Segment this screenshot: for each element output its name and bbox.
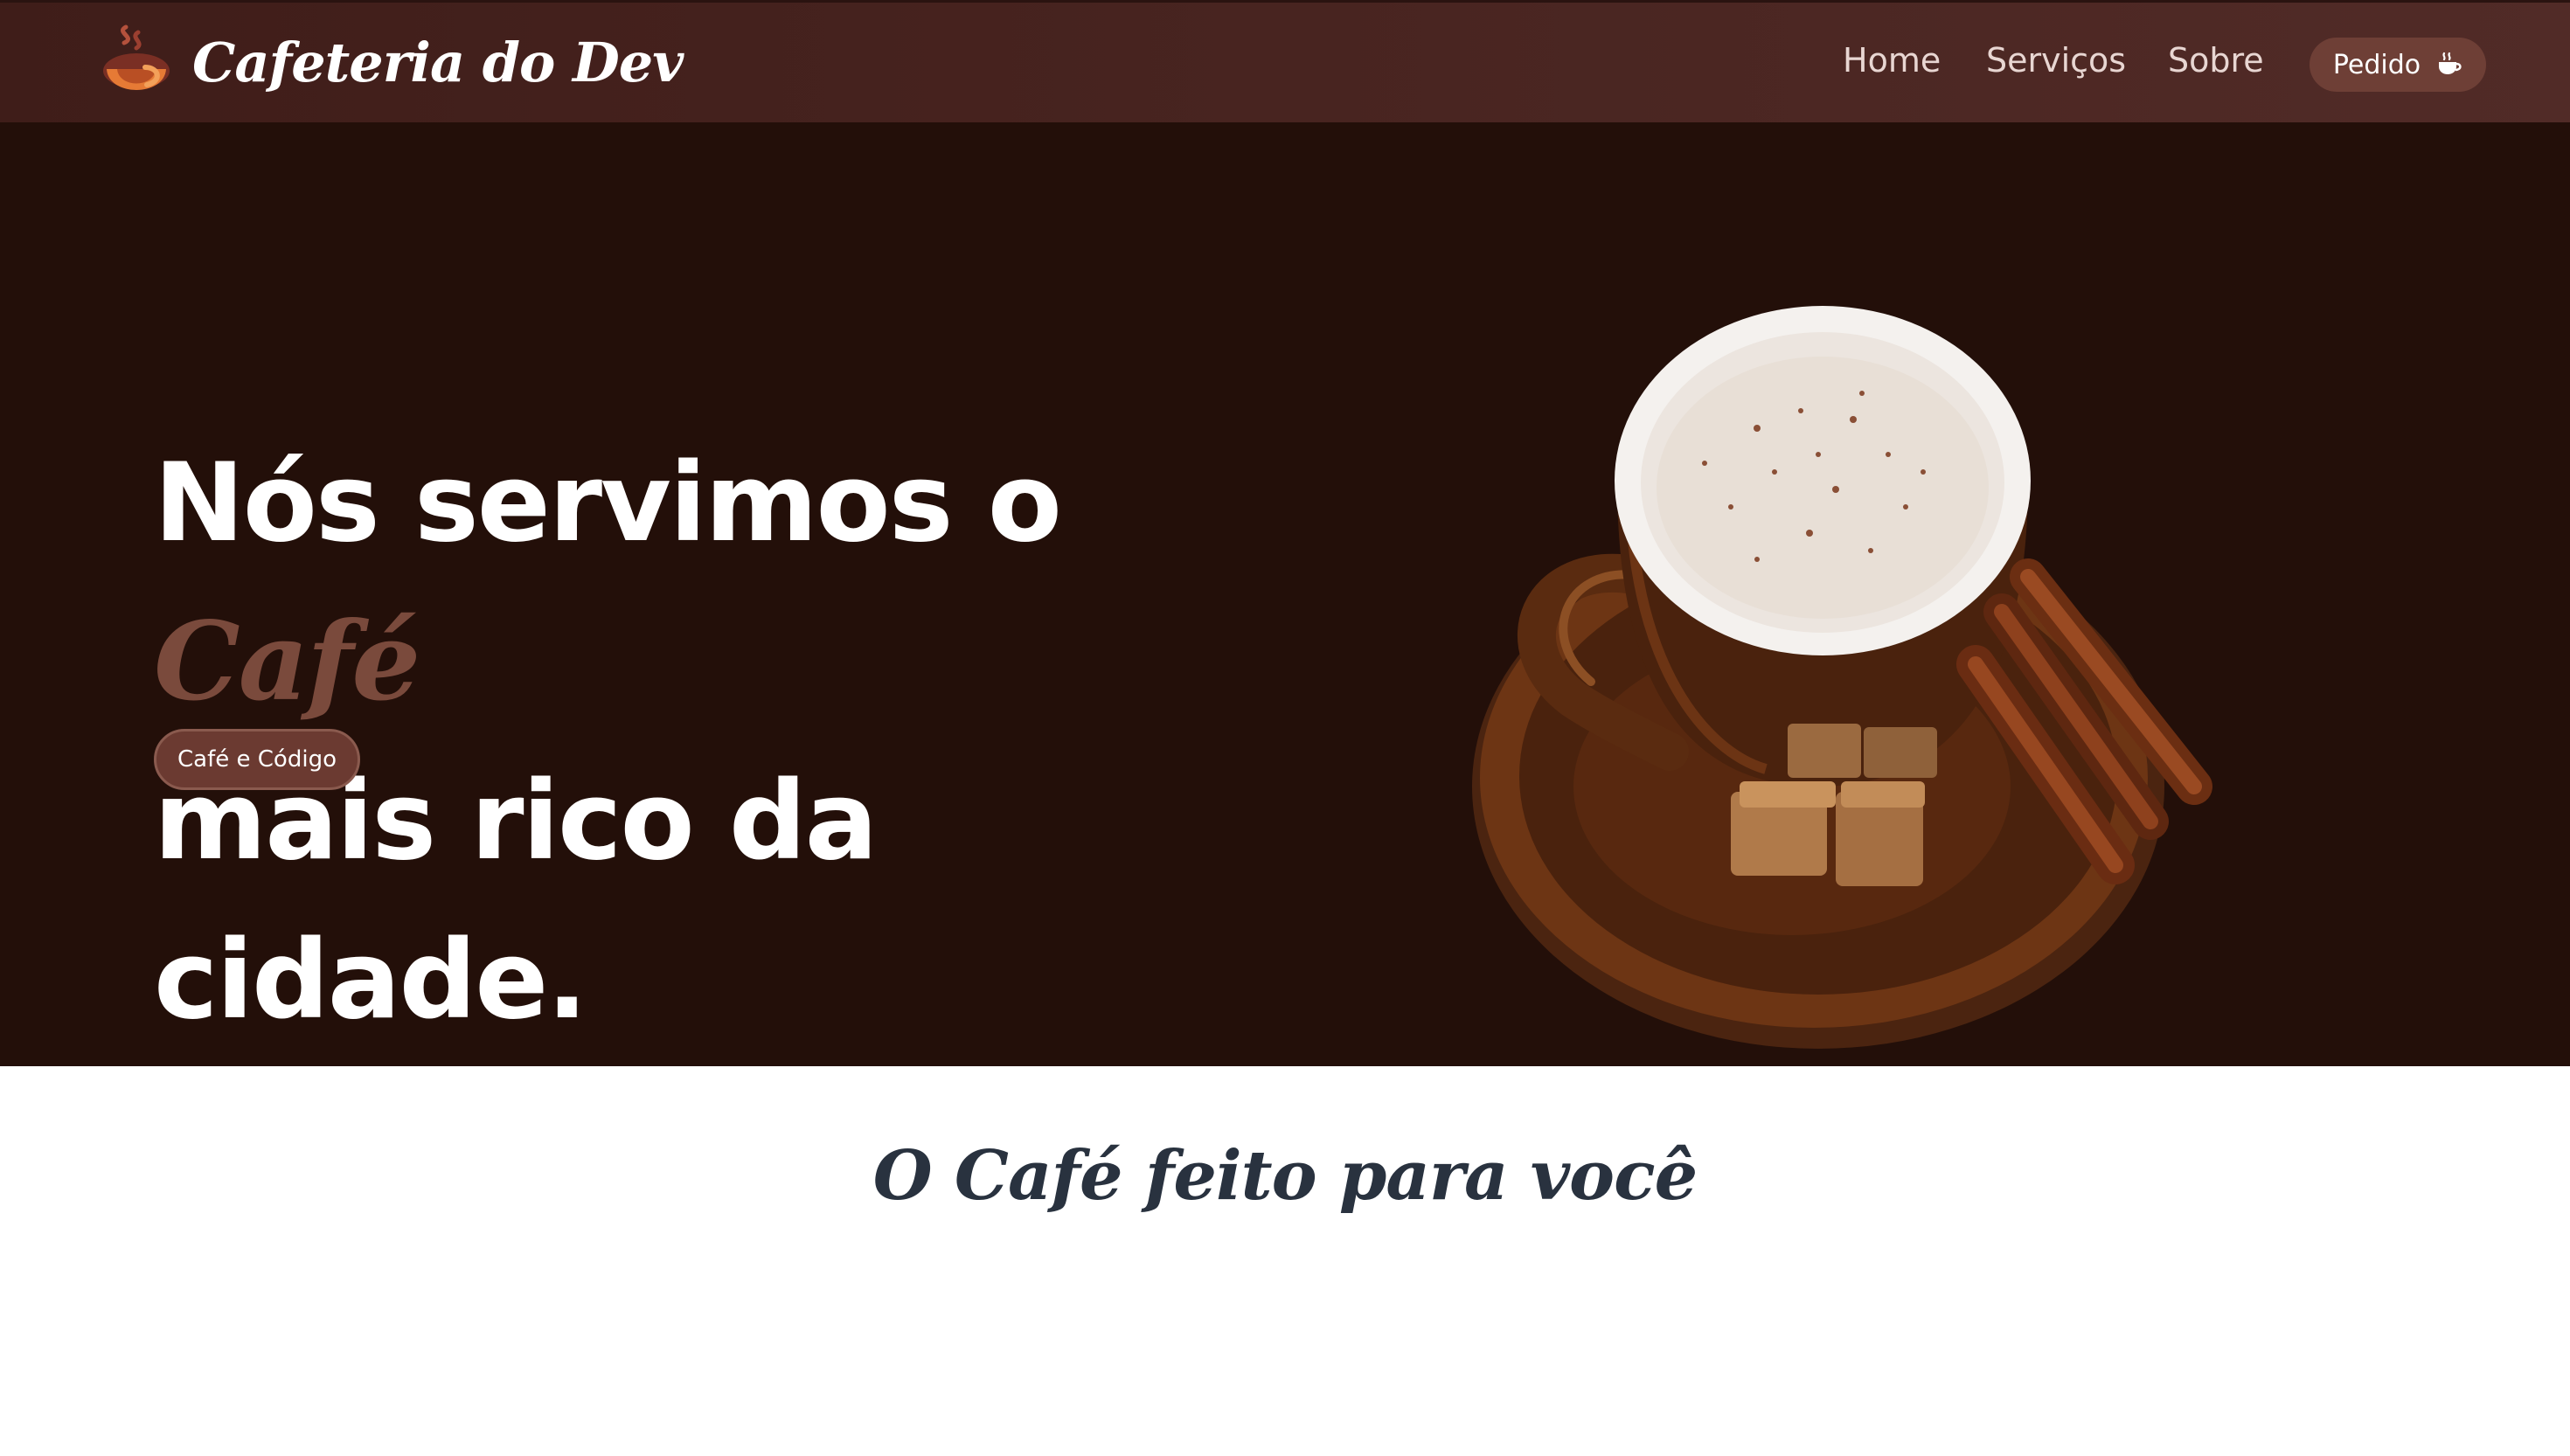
order-button-label: Pedido [2332, 49, 2421, 80]
nav-servicos-link[interactable]: Serviços [1986, 41, 2126, 80]
brand-logo[interactable]: Cafeteria do Dev [91, 17, 684, 107]
coffee-cup-image [1472, 306, 2212, 1049]
hero-title-suffix: mais rico da cidade. [154, 759, 878, 1043]
coffee-cup-icon [2439, 52, 2462, 74]
hero-title-prefix: Nós servimos o [154, 440, 1062, 566]
hero-title-accent: Café [154, 599, 420, 725]
nav-home-link[interactable]: Home [1843, 41, 1941, 80]
order-button[interactable]: Pedido [2310, 38, 2486, 92]
hero-cta-button[interactable]: Café e Código [154, 729, 360, 790]
hero-section: Nós servimos o Café mais rico da cidade.… [0, 122, 2570, 1066]
coffee-logo-icon [91, 17, 182, 107]
top-navbar: Cafeteria do Dev Home Serviços Sobre Ped… [0, 0, 2570, 122]
brand-name: Cafeteria do Dev [192, 30, 684, 94]
section-title: O Café feito para você [872, 1136, 1698, 1216]
nav-sobre-link[interactable]: Sobre [2168, 41, 2264, 80]
